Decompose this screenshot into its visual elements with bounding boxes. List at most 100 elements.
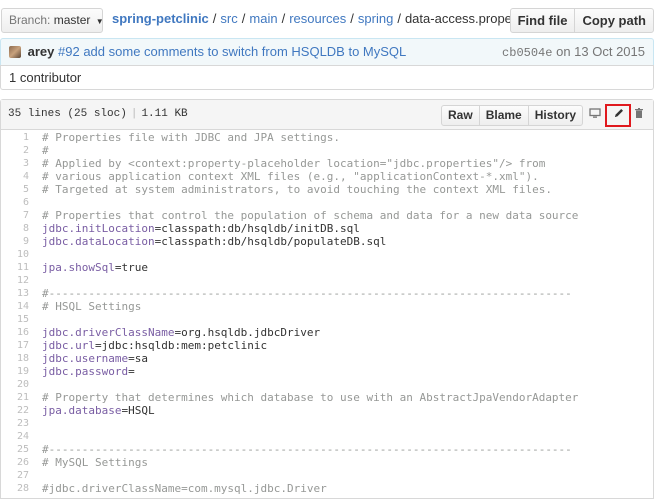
raw-button[interactable]: Raw — [441, 105, 480, 126]
code-line: 16 jdbc.driverClassName=org.hsqldb.jdbcDr… — [1, 326, 653, 339]
breadcrumb-link-main[interactable]: main — [249, 11, 277, 26]
code-comment: #---------------------------------------… — [42, 287, 572, 300]
line-number[interactable]: 3 — [1, 157, 29, 170]
code-line: 9 jdbc.dataLocation=classpath:db/hsqldb/p… — [1, 235, 653, 248]
line-content: jdbc.initLocation=classpath:db/hsqldb/in… — [42, 222, 360, 235]
line-number[interactable]: 20 — [1, 378, 29, 391]
line-content: # Properties that control the population… — [42, 209, 578, 222]
property-value: =org.hsqldb.jdbcDriver — [174, 326, 321, 339]
line-number[interactable]: 17 — [1, 339, 29, 352]
line-number[interactable]: 4 — [1, 170, 29, 183]
breadcrumb-separator: / — [212, 11, 217, 26]
breadcrumb-repo-link[interactable]: spring-petclinic — [112, 11, 209, 26]
branch-label: Branch: — [9, 13, 51, 27]
line-number[interactable]: 14 — [1, 300, 29, 313]
line-number[interactable]: 16 — [1, 326, 29, 339]
code-line: 5 # Targeted at system administrators, to… — [1, 183, 653, 196]
line-number[interactable]: 1 — [1, 131, 29, 144]
line-number[interactable]: 18 — [1, 352, 29, 365]
line-number[interactable]: 25 — [1, 443, 29, 456]
code-line: 25 #-------------------------------------… — [1, 443, 653, 456]
code-line: 28 #jdbc.driverClassName=com.mysql.jdbc.D… — [1, 482, 653, 495]
line-number[interactable]: 22 — [1, 404, 29, 417]
line-content: jpa.database=HSQL — [42, 404, 155, 417]
commit-issue-link[interactable]: #92 — [58, 44, 80, 59]
line-number[interactable]: 26 — [1, 456, 29, 469]
branch-name: master — [53, 13, 91, 27]
line-number[interactable]: 9 — [1, 235, 29, 248]
history-button[interactable]: History — [527, 105, 584, 126]
property-value: =jdbc:hsqldb:mem:petclinic — [94, 339, 268, 352]
property-key: jpa.database — [42, 404, 122, 417]
line-content: # — [42, 144, 49, 157]
property-value: =classpath:db/hsqldb/initDB.sql — [154, 222, 360, 235]
code-line: 2 # — [1, 144, 653, 157]
breadcrumb-link-resources[interactable]: resources — [289, 11, 346, 26]
line-content: jdbc.url=jdbc:hsqldb:mem:petclinic — [42, 339, 267, 352]
line-number[interactable]: 2 — [1, 144, 29, 157]
code-line: 19 jdbc.password= — [1, 365, 653, 378]
property-value: = — [128, 365, 135, 378]
branch-select-button[interactable]: Branch: master ▼ — [1, 8, 104, 33]
file-header: 35 lines (25 sloc) | 1.11 KB Raw Blame His… — [1, 100, 653, 130]
line-content: # Applied by <context:property-placehold… — [42, 157, 545, 170]
property-key: jdbc.password — [42, 365, 129, 378]
line-number[interactable]: 28 — [1, 482, 29, 495]
commit-author-link[interactable]: arey — [28, 44, 55, 59]
line-number[interactable]: 8 — [1, 222, 29, 235]
file-navigation: Branch: master ▼ spring-petclinic / src / ma… — [0, 8, 668, 34]
line-number[interactable]: 5 — [1, 183, 29, 196]
trash-icon[interactable] — [631, 107, 647, 123]
code-line: 6 — [1, 196, 653, 209]
line-number[interactable]: 13 — [1, 287, 29, 300]
copy-path-button[interactable]: Copy path — [574, 8, 654, 33]
line-number[interactable]: 27 — [1, 469, 29, 482]
contributors-link[interactable]: 1 contributor — [0, 65, 654, 90]
line-number[interactable]: 21 — [1, 391, 29, 404]
line-number[interactable]: 15 — [1, 313, 29, 326]
property-key: jdbc.initLocation — [42, 222, 155, 235]
property-key: jpa.showSql — [42, 261, 115, 274]
line-content: #---------------------------------------… — [42, 287, 572, 300]
code-comment: # Applied by <context:property-placehold… — [42, 157, 546, 170]
breadcrumb-separator: / — [281, 11, 286, 26]
code-comment: # HSQL Settings — [42, 300, 142, 313]
line-content: jdbc.username=sa — [42, 352, 148, 365]
line-number[interactable]: 19 — [1, 365, 29, 378]
breadcrumb-link-src[interactable]: src — [220, 11, 237, 26]
line-number[interactable]: 24 — [1, 430, 29, 443]
code-comment: # Targeted at system administrators, to … — [42, 183, 552, 196]
breadcrumb: spring-petclinic / src / main / resources / spri… — [112, 11, 536, 26]
line-number[interactable]: 11 — [1, 261, 29, 274]
line-number[interactable]: 12 — [1, 274, 29, 287]
code-comment: # Properties file with JDBC and JPA sett… — [42, 131, 341, 144]
blame-button[interactable]: Blame — [478, 105, 529, 126]
line-content: #---------------------------------------… — [42, 443, 572, 456]
code-line: 12 — [1, 274, 653, 287]
breadcrumb-link-spring[interactable]: spring — [358, 11, 393, 26]
code-line: 3 # Applied by <context:property-placehol… — [1, 157, 653, 170]
code-line: 26 # MySQL Settings — [1, 456, 653, 469]
commit-message-link[interactable]: add some comments to switch from HSQLDB … — [83, 44, 406, 59]
code-line: 18 jdbc.username=sa — [1, 352, 653, 365]
breadcrumb-separator: / — [397, 11, 401, 26]
property-key: jdbc.url — [42, 339, 95, 352]
code-comment: #jdbc.driverClassName=com.mysql.jdbc.Dri… — [42, 482, 327, 495]
code-view: 1 # Properties file with JDBC and JPA set… — [1, 131, 653, 495]
file-actions-group: Raw Blame History — [441, 105, 584, 126]
line-number[interactable]: 6 — [1, 196, 29, 209]
code-line: 17 jdbc.url=jdbc:hsqldb:mem:petclinic — [1, 339, 653, 352]
desktop-icon[interactable] — [587, 107, 603, 123]
commit-sha-link[interactable]: cb0504e — [502, 46, 552, 60]
avatar[interactable] — [9, 46, 21, 58]
line-number[interactable]: 7 — [1, 209, 29, 222]
line-number[interactable]: 23 — [1, 417, 29, 430]
line-content: # Targeted at system administrators, to … — [42, 183, 552, 196]
find-file-button[interactable]: Find file — [509, 8, 576, 33]
code-line: 1 # Properties file with JDBC and JPA set… — [1, 131, 653, 144]
pencil-icon[interactable] — [611, 107, 627, 123]
file-line-count: 35 lines (25 sloc) — [8, 108, 127, 120]
property-key: jdbc.username — [42, 352, 129, 365]
line-number[interactable]: 10 — [1, 248, 29, 261]
line-content: # Property that determines which databas… — [42, 391, 578, 404]
